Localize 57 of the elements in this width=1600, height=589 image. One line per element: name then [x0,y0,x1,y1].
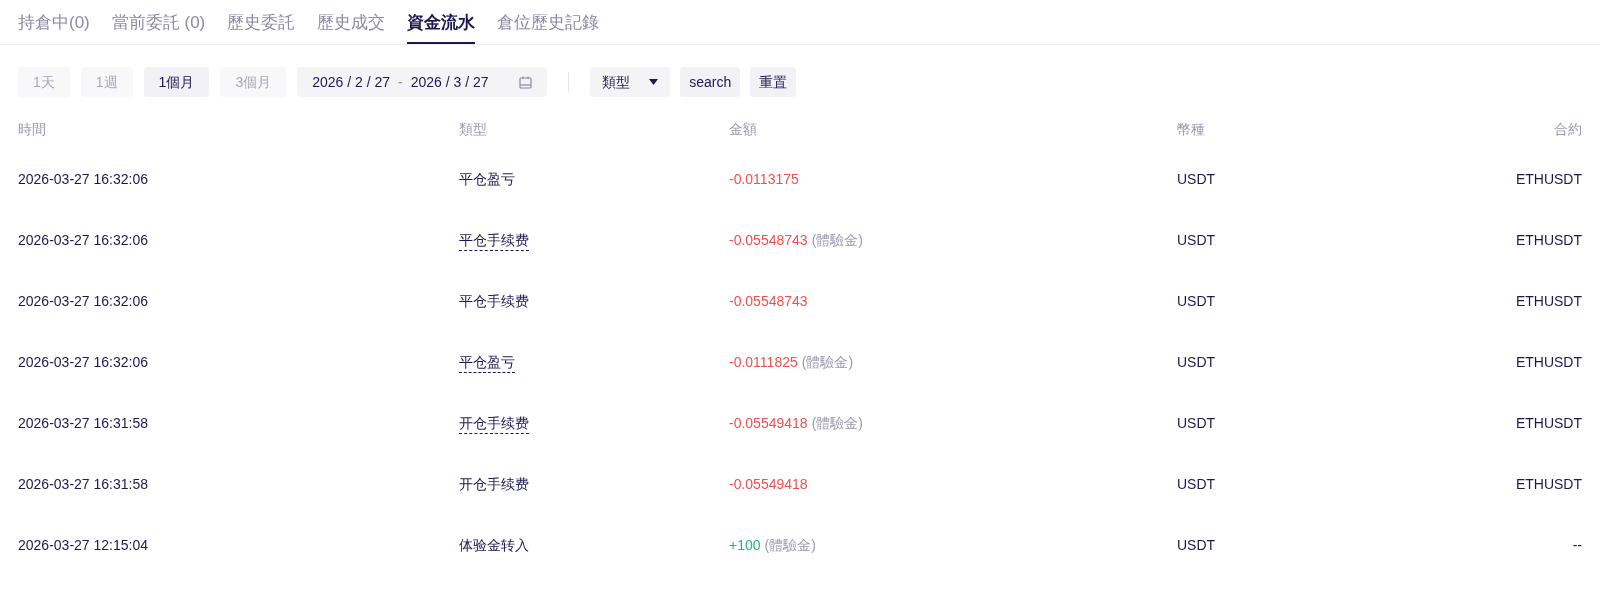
trial-fund-note: (體驗金) [801,353,854,372]
tab[interactable]: 倉位歷史記錄 [497,0,600,44]
trial-fund-note: (體驗金) [811,414,863,433]
type-cell: 体验金转入 [459,537,529,553]
range-separator: - [398,72,403,92]
column-header: 金額 [729,120,757,137]
amount-cell-text: -0.05549418 [729,475,808,494]
period-button[interactable]: 1個月 [143,67,210,97]
time-cell: 2026-03-27 16:32:06 [18,171,148,187]
type-cell: 平仓盈亏 [459,171,515,187]
currency-cell: USDT [1177,537,1216,553]
contract-cell: ETHUSDT [1515,232,1582,248]
reset-button[interactable]: 重置 [750,67,797,97]
start-date: 2026 / 2 / 27 [312,72,391,92]
type-cell: 平仓手续费 [459,293,529,309]
amount-cell-text: +100 [729,536,761,555]
amount-cell-text: -0.05548743 [729,231,808,250]
contract-cell: ETHUSDT [1515,354,1582,370]
time-cell: 2026-03-27 16:31:58 [18,476,148,492]
time-cell: 2026-03-27 16:32:06 [18,293,148,309]
type-cell: 开仓手续费 [459,476,529,492]
column-header: 幣種 [1177,120,1205,137]
type-cell[interactable]: 平仓手续费 [459,232,529,251]
currency-cell: USDT [1177,415,1216,431]
time-cell: 2026-03-27 16:31:58 [18,415,148,431]
contract-cell: ETHUSDT [1515,293,1582,309]
contract-cell: -- [1572,537,1582,553]
amount-cell-text: -0.0113175 [729,170,799,189]
time-cell: 2026-03-27 16:32:06 [18,232,148,248]
contract-cell: ETHUSDT [1515,171,1582,187]
end-date: 2026 / 3 / 27 [410,72,489,92]
currency-cell: USDT [1177,232,1216,248]
type-cell[interactable]: 开仓手续费 [459,415,529,434]
time-cell: 2026-03-27 16:32:06 [18,354,148,370]
amount-cell-text: -0.05549418 [729,414,808,433]
currency-cell: USDT [1177,293,1216,309]
type-dropdown[interactable]: 類型 [590,67,671,97]
date-range-field[interactable]: 2026 / 2 / 27 - 2026 / 3 / 27 [297,67,548,97]
amount-cell-text: -0.05548743 [729,292,808,311]
trial-fund-note: (體驗金) [811,231,863,250]
calendar-icon [519,75,533,89]
currency-cell: USDT [1177,476,1216,492]
currency-cell: USDT [1177,171,1216,187]
caret-icon [649,79,659,85]
currency-cell: USDT [1177,354,1216,370]
type-cell[interactable]: 平仓盈亏 [459,354,515,373]
column-header: 類型 [459,120,487,137]
time-cell: 2026-03-27 12:15:04 [18,537,148,553]
tab[interactable]: 歷史成交 [317,0,386,44]
contract-cell: ETHUSDT [1515,476,1582,492]
contract-cell: ETHUSDT [1515,415,1582,431]
trial-fund-note: (體驗金) [764,536,816,555]
amount-cell-text: -0.0111825 [729,353,798,372]
search-button[interactable]: search [680,67,741,97]
column-header: 時間 [18,120,46,137]
tab[interactable]: 資金流水 [407,0,476,44]
column-header: 合約 [1554,120,1582,137]
